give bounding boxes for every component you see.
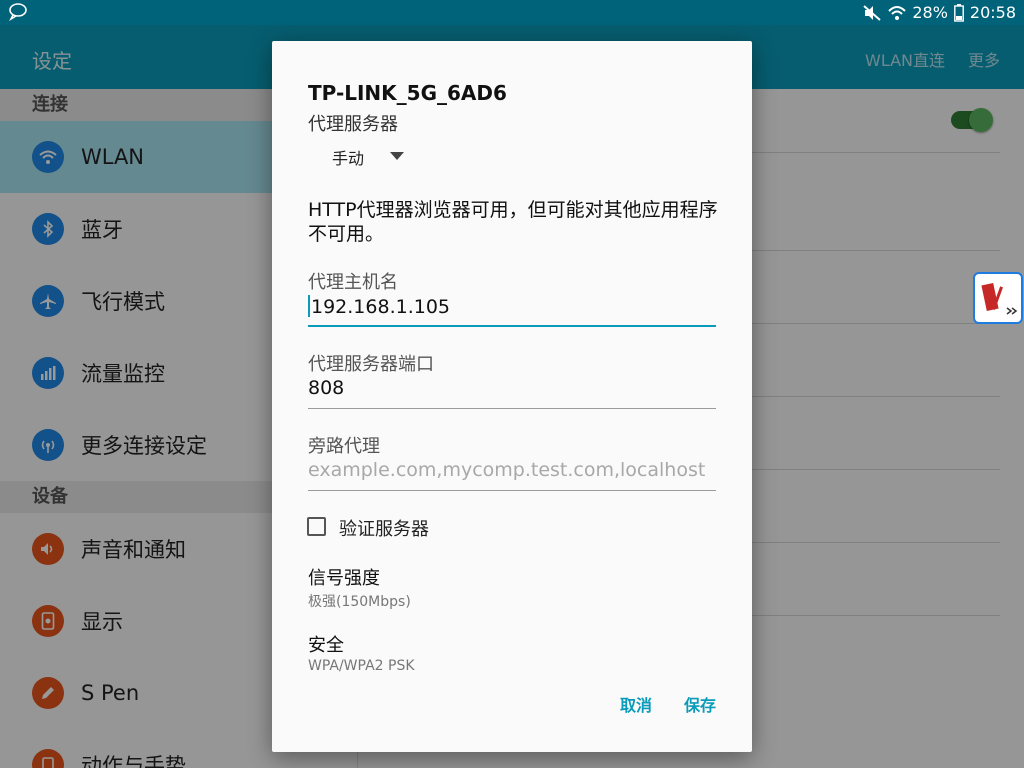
security-label: 安全 <box>308 635 344 656</box>
bypass-field[interactable]: example.com,mycomp.test.com,localhost <box>308 457 716 491</box>
hostname-value: 192.168.1.105 <box>311 296 451 318</box>
proxy-warning-text: HTTP代理器浏览器可用，但可能对其他应用程序不可用。 <box>308 199 718 245</box>
status-bar: 28% 20:58 <box>0 0 1024 25</box>
cancel-button[interactable]: 取消 <box>620 692 652 716</box>
edge-panel-handle[interactable] <box>973 272 1023 324</box>
text-cursor <box>308 295 310 317</box>
wifi-status-icon <box>888 5 907 20</box>
bypass-placeholder: example.com,mycomp.test.com,localhost <box>308 459 706 481</box>
security-value: WPA/WPA2 PSK <box>308 658 415 674</box>
bypass-label: 旁路代理 <box>308 436 380 457</box>
signal-label: 信号强度 <box>308 568 380 589</box>
chat-notification-icon <box>9 3 27 21</box>
battery-icon <box>953 3 964 22</box>
battery-percent: 28% <box>912 3 948 22</box>
network-name: TP-LINK_5G_6AD6 <box>308 81 507 105</box>
proxy-label: 代理服务器 <box>308 114 398 135</box>
dropdown-arrow-icon[interactable] <box>390 152 404 160</box>
proxy-mode-dropdown[interactable]: 手动 <box>332 145 364 169</box>
mute-icon <box>863 4 881 21</box>
clock: 20:58 <box>969 3 1016 22</box>
save-button[interactable]: 保存 <box>684 692 716 716</box>
proxy-settings-dialog: TP-LINK_5G_6AD6 代理服务器 手动 HTTP代理器浏览器可用，但可… <box>272 41 752 752</box>
hostname-field[interactable]: 192.168.1.105 <box>308 293 716 327</box>
auth-checkbox[interactable] <box>307 517 326 536</box>
hostname-label: 代理主机名 <box>308 272 398 293</box>
port-label: 代理服务器端口 <box>308 354 434 375</box>
notes-app-icon <box>981 283 1018 315</box>
port-field[interactable]: 808 <box>308 375 716 409</box>
auth-checkbox-label[interactable]: 验证服务器 <box>339 515 429 541</box>
signal-value: 极强(150Mbps) <box>308 594 411 610</box>
port-value: 808 <box>308 377 345 399</box>
